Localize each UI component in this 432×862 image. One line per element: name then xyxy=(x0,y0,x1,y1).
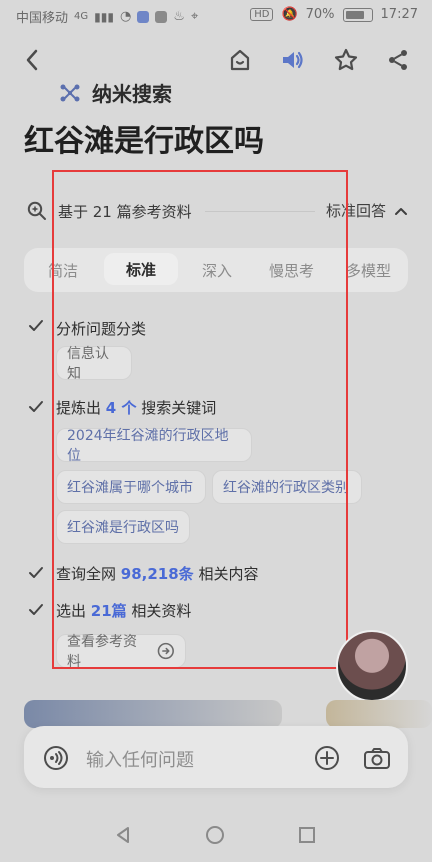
question-input-placeholder[interactable]: 输入任何问题 xyxy=(86,746,194,772)
mute-icon: 🔕 xyxy=(281,7,298,22)
highlight-box xyxy=(52,170,348,669)
result-preview-strip xyxy=(24,700,432,728)
back-nav-icon[interactable] xyxy=(112,824,134,846)
status-left: 中国移动 4G ▮▮▮ ◔ ♨ ⌖ xyxy=(16,7,198,26)
question-input-bar[interactable] xyxy=(24,726,408,788)
step-2 xyxy=(28,399,44,419)
share-icon xyxy=(389,50,407,70)
status-right: HD 🔕 70% 17:27 xyxy=(250,7,418,22)
hd-icon: HD xyxy=(250,8,274,21)
home-icon xyxy=(230,49,250,71)
step-1 xyxy=(28,318,44,338)
assistant-avatar[interactable] xyxy=(336,630,408,702)
voice-icon[interactable] xyxy=(42,744,70,772)
add-icon[interactable] xyxy=(313,744,341,772)
camera-icon[interactable] xyxy=(362,744,392,772)
share-button[interactable] xyxy=(382,44,414,76)
recent-apps-icon[interactable] xyxy=(296,824,318,846)
check-icon xyxy=(29,401,43,412)
battery-percent: 70% xyxy=(305,7,335,22)
brand: 纳米搜索 xyxy=(58,78,172,107)
star-icon xyxy=(334,48,358,71)
preview-map[interactable] xyxy=(326,700,432,728)
signal-icon: ▮▮▮ xyxy=(94,9,114,24)
check-icon xyxy=(29,567,43,578)
signal-text: 4G xyxy=(74,11,89,22)
carrier-text: 中国移动 xyxy=(16,11,69,26)
status-bar: 中国移动 4G ▮▮▮ ◔ ♨ ⌖ HD 🔕 70% 17:27 xyxy=(0,0,432,30)
brand-logo-icon xyxy=(60,84,80,101)
top-bar: 纳米搜索 xyxy=(0,32,432,106)
step-3 xyxy=(28,565,44,585)
system-nav-bar xyxy=(0,812,432,862)
speaker-icon xyxy=(283,51,303,69)
time-text: 17:27 xyxy=(380,7,418,22)
speaker-button[interactable] xyxy=(276,44,308,76)
page-title: 红谷滩是行政区吗 xyxy=(24,124,264,159)
chat-icon xyxy=(155,10,168,23)
wifi-icon: ◔ xyxy=(119,9,132,24)
back-button[interactable] xyxy=(16,44,48,76)
app-icon xyxy=(137,10,150,23)
tab-multi-model[interactable]: 多模型 xyxy=(346,260,391,281)
back-icon xyxy=(26,49,38,71)
battery-icon xyxy=(342,7,373,22)
home-button[interactable] xyxy=(224,44,256,76)
check-icon xyxy=(29,604,43,615)
search-spark-icon xyxy=(27,201,46,220)
location-icon: ⌖ xyxy=(190,9,199,24)
fire-icon: ♨ xyxy=(173,9,185,24)
step-4 xyxy=(28,602,44,622)
brand-name: 纳米搜索 xyxy=(92,82,172,106)
check-icon xyxy=(29,320,43,331)
chevron-up-icon xyxy=(395,207,407,215)
home-nav-icon[interactable] xyxy=(204,824,226,846)
preview-image[interactable] xyxy=(24,700,282,728)
favorite-button[interactable] xyxy=(330,44,362,76)
